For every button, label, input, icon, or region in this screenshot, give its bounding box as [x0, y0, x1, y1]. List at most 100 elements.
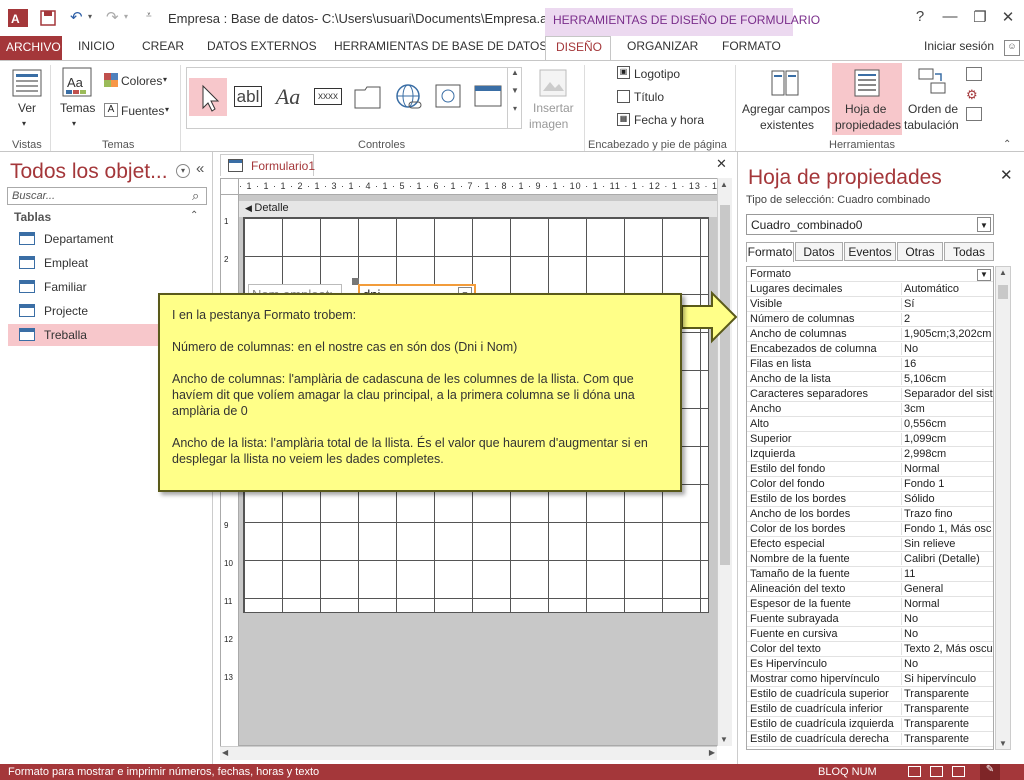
- property-row[interactable]: Alto 0,556cm: [747, 417, 993, 432]
- form-view-icon[interactable]: [908, 766, 921, 777]
- fecha-hora-button[interactable]: Fecha y hora: [634, 113, 704, 127]
- property-value[interactable]: Texto 2, Más oscu: [901, 643, 993, 655]
- property-row[interactable]: Ancho de columnas 1,905cm;3,202cm: [747, 327, 993, 342]
- label-control-icon[interactable]: Aa: [269, 78, 307, 116]
- temas-button[interactable]: Temas: [60, 101, 95, 115]
- property-value[interactable]: 11: [901, 568, 993, 580]
- close-button[interactable]: ✕: [998, 8, 1018, 28]
- property-row[interactable]: Alineación del texto General: [747, 582, 993, 597]
- vertical-scrollbar[interactable]: ▲ ▼: [717, 178, 732, 746]
- property-row[interactable]: Nombre de la fuente Calibri (Detalle): [747, 552, 993, 567]
- subform-icon[interactable]: [966, 67, 982, 81]
- property-value[interactable]: Sólido: [901, 493, 993, 505]
- insertar-imagen-button[interactable]: Insertar: [533, 101, 574, 115]
- navigation-control-icon[interactable]: [469, 78, 507, 116]
- undo-icon[interactable]: ↶: [70, 8, 83, 26]
- fuentes-button[interactable]: Fuentes: [121, 104, 164, 118]
- property-value[interactable]: Calibri (Detalle): [901, 553, 993, 565]
- code-icon[interactable]: ⚙: [966, 87, 978, 103]
- property-value[interactable]: Sin relieve: [901, 538, 993, 550]
- tab-archivo[interactable]: ARCHIVO: [0, 36, 62, 60]
- undo-dropdown-icon[interactable]: ▾: [88, 12, 92, 21]
- property-row[interactable]: Tamaño de la fuente 11: [747, 567, 993, 582]
- property-value[interactable]: Automático: [901, 283, 993, 295]
- property-value[interactable]: 16: [901, 358, 993, 370]
- close-form-icon[interactable]: ✕: [716, 156, 727, 172]
- tab-organizar[interactable]: ORGANIZAR: [627, 39, 698, 53]
- nav-collapse-icon[interactable]: «: [196, 160, 204, 177]
- redo-dropdown-icon[interactable]: ▾: [124, 12, 128, 21]
- restore-button[interactable]: ❐: [970, 8, 990, 28]
- property-row[interactable]: Ancho de los bordes Trazo fino: [747, 507, 993, 522]
- property-dropdown-icon[interactable]: ▼: [977, 269, 991, 281]
- tab-formato[interactable]: FORMATO: [722, 39, 781, 53]
- property-row[interactable]: Estilo de cuadrícula derecha Transparente: [747, 732, 993, 747]
- tab-crear[interactable]: CREAR: [142, 39, 184, 53]
- selection-dropdown-icon[interactable]: ▼: [977, 217, 991, 232]
- collapse-ribbon-icon[interactable]: ⌃: [1003, 139, 1011, 150]
- agregar-campos-button[interactable]: Agregar campos: [742, 102, 830, 116]
- nav-item-empleat[interactable]: Empleat: [8, 252, 208, 274]
- property-row[interactable]: Efecto especial Sin relieve: [747, 537, 993, 552]
- signin-link[interactable]: Iniciar sesión: [924, 39, 994, 53]
- props-scroll-thumb[interactable]: [998, 285, 1008, 299]
- redo-icon[interactable]: ↷: [106, 8, 119, 26]
- ruler-corner[interactable]: [221, 179, 239, 195]
- ver-button[interactable]: Ver: [18, 101, 36, 115]
- nav-menu-icon[interactable]: ▾: [176, 164, 190, 178]
- textbox-control-icon[interactable]: abl: [229, 78, 267, 116]
- section-detalle[interactable]: ◀ Detalle: [239, 201, 719, 217]
- property-row[interactable]: Estilo de cuadrícula inferior Transparent…: [747, 702, 993, 717]
- property-value[interactable]: 3cm: [901, 403, 993, 415]
- ptab-datos[interactable]: Datos: [795, 242, 843, 261]
- help-button[interactable]: ?: [910, 8, 930, 28]
- property-row[interactable]: Mostrar como hipervínculo Si hipervínculo: [747, 672, 993, 687]
- tab-datos-externos[interactable]: DATOS EXTERNOS: [207, 39, 317, 53]
- design-view-icon[interactable]: ✎: [980, 764, 1000, 780]
- property-row[interactable]: Estilo de cuadrícula izquierda Transparen…: [747, 717, 993, 732]
- property-row[interactable]: Número de columnas 2: [747, 312, 993, 327]
- search-icon[interactable]: ⌕: [192, 188, 199, 204]
- property-value[interactable]: Transparente: [901, 703, 993, 715]
- property-value[interactable]: No: [901, 628, 993, 640]
- property-row[interactable]: Color del texto Texto 2, Más oscu: [747, 642, 993, 657]
- property-row[interactable]: Formato: [747, 267, 993, 282]
- property-value[interactable]: No: [901, 343, 993, 355]
- property-value[interactable]: Transparente: [901, 688, 993, 700]
- nav-search-input[interactable]: Buscar...: [7, 187, 207, 205]
- ptab-otras[interactable]: Otras: [897, 242, 943, 261]
- property-row[interactable]: Color de los bordes Fondo 1, Más osc: [747, 522, 993, 537]
- tab-control-icon[interactable]: [349, 78, 387, 116]
- property-value[interactable]: Transparente: [901, 733, 993, 745]
- property-value[interactable]: 1,099cm: [901, 433, 993, 445]
- property-row[interactable]: Superior 1,099cm: [747, 432, 993, 447]
- controls-scroll[interactable]: ▲ ▼ ▾: [507, 68, 522, 129]
- property-row[interactable]: Es Hipervínculo No: [747, 657, 993, 672]
- property-value[interactable]: Transparente: [901, 718, 993, 730]
- colores-dropdown-icon[interactable]: ▾: [163, 75, 167, 84]
- property-value[interactable]: 0,556cm: [901, 418, 993, 430]
- account-icon[interactable]: ☺: [1004, 40, 1020, 56]
- web-browser-control-icon[interactable]: [429, 78, 467, 116]
- ptab-eventos[interactable]: Eventos: [844, 242, 896, 261]
- property-row[interactable]: Estilo de cuadrícula superior Transparent…: [747, 687, 993, 702]
- selection-combo[interactable]: Cuadro_combinado0 ▼: [746, 214, 994, 235]
- property-row[interactable]: Estilo de los bordes Sólido: [747, 492, 993, 507]
- datasheet-view-icon[interactable]: [952, 766, 965, 777]
- props-scrollbar[interactable]: ▲ ▼: [995, 266, 1011, 750]
- nav-section-tablas[interactable]: Tablas: [14, 210, 51, 224]
- property-value[interactable]: Fondo 1: [901, 478, 993, 490]
- property-row[interactable]: Ancho de la lista 5,106cm: [747, 372, 993, 387]
- property-value[interactable]: No: [901, 613, 993, 625]
- tab-formulario1[interactable]: Formulario1: [220, 154, 315, 176]
- tab-diseno[interactable]: DISEÑO: [545, 36, 611, 60]
- property-row[interactable]: Estilo del fondo Normal: [747, 462, 993, 477]
- select-pointer-icon[interactable]: [189, 78, 227, 116]
- property-value[interactable]: 5,106cm: [901, 373, 993, 385]
- minimize-button[interactable]: —: [940, 8, 960, 28]
- customize-qat-icon[interactable]: ⩡: [146, 10, 152, 21]
- property-value[interactable]: Fondo 1, Más osc: [901, 523, 993, 535]
- property-row[interactable]: Lugares decimales Automático: [747, 282, 993, 297]
- ver-dropdown-icon[interactable]: ▾: [22, 119, 26, 128]
- property-value[interactable]: 2,998cm: [901, 448, 993, 460]
